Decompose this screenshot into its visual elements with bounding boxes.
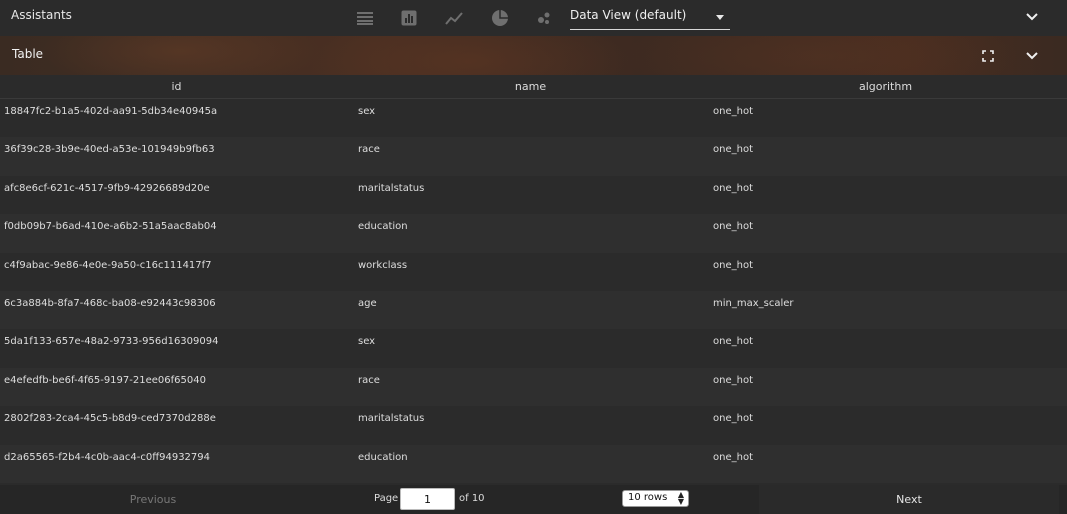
data-table: id name algorithm 18847fc2-b1a5-402d-aa9… [0, 75, 1067, 483]
cell-algorithm: one_hot [713, 259, 753, 271]
table-row[interactable]: afc8e6cf-621c-4517-9fb9-42926689d20e mari… [0, 176, 1067, 214]
line-chart-button[interactable] [444, 8, 464, 28]
cell-id: d2a65565-f2b4-4c0b-aac4-c0ff94932794 [4, 451, 211, 463]
cell-name: sex [358, 336, 376, 348]
fullscreen-button[interactable] [978, 46, 998, 66]
scatter-plot-button[interactable] [534, 8, 554, 28]
previous-page-button[interactable]: Previous [0, 485, 306, 514]
cell-id: f0db09b7-b6ad-410e-a6b2-51a5aac8ab04 [4, 221, 217, 233]
table-row[interactable]: c4f9abac-9e86-4e0e-9a50-c16c111417f7 work… [0, 253, 1067, 291]
cell-name: education [358, 221, 408, 233]
total-pages-label: of 10 [459, 493, 485, 504]
page-label: Page [374, 493, 399, 504]
table-row[interactable]: 5da1f133-657e-48a2-9733-956d16309094 sex o… [0, 329, 1067, 367]
cell-name: age [358, 297, 377, 309]
next-page-button[interactable]: Next [759, 485, 1059, 514]
collapse-toolbar-button[interactable] [1022, 7, 1042, 27]
cell-algorithm: one_hot [713, 106, 753, 117]
column-header-algorithm[interactable]: algorithm [708, 80, 1063, 93]
panel-header: Table [0, 36, 1067, 75]
cell-name: workclass [358, 259, 408, 271]
panel-title: Table [12, 47, 44, 61]
cell-algorithm: one_hot [713, 221, 753, 233]
cell-algorithm: min_max_scaler [713, 297, 794, 309]
line-chart-icon [445, 12, 463, 25]
table-row[interactable]: f0db09b7-b6ad-410e-a6b2-51a5aac8ab04 educ… [0, 214, 1067, 253]
rows-per-page-select[interactable]: 10 rows ▲ ▼ [622, 490, 689, 507]
rows-per-page-value: 10 rows [628, 492, 668, 503]
app-title: Assistants [11, 8, 72, 22]
bar-chart-button[interactable] [399, 8, 419, 28]
table-header: id name algorithm [0, 75, 1067, 99]
cell-name: race [358, 374, 380, 386]
cell-algorithm: one_hot [713, 144, 753, 156]
cell-id: 18847fc2-b1a5-402d-aa91-5db34e40945a [4, 106, 218, 117]
pie-chart-button[interactable] [490, 8, 510, 28]
cell-id: c4f9abac-9e86-4e0e-9a50-c16c111417f7 [4, 259, 212, 271]
column-header-name[interactable]: name [353, 80, 708, 93]
bar-chart-icon [401, 10, 417, 26]
table-row[interactable]: 36f39c28-3b9e-40ed-a53e-101949b9fb63 race… [0, 137, 1067, 176]
caret-down-icon [716, 15, 724, 20]
pagination-bar: Previous Page of 10 10 rows ▲▼ Next [0, 485, 1067, 514]
cell-algorithm: one_hot [713, 413, 753, 425]
cell-algorithm: one_hot [713, 336, 753, 348]
cell-name: sex [358, 106, 376, 117]
cell-id: 5da1f133-657e-48a2-9733-956d16309094 [4, 336, 219, 348]
table-row[interactable]: d2a65565-f2b4-4c0b-aac4-c0ff94932794 educ… [0, 444, 1067, 483]
table-row[interactable]: 2802f283-2ca4-45c5-b8d9-ced7370d288e mari… [0, 406, 1067, 444]
table-body: 18847fc2-b1a5-402d-aa91-5db34e40945a sex o… [0, 99, 1067, 483]
page-number-input[interactable] [400, 488, 455, 510]
table-row[interactable]: 18847fc2-b1a5-402d-aa91-5db34e40945a sex o… [0, 99, 1067, 137]
table-row[interactable]: e4efedfb-be6f-4f65-9197-21ee06f65040 race… [0, 367, 1067, 407]
pie-chart-icon [492, 10, 508, 26]
collapse-panel-button[interactable] [1022, 46, 1042, 66]
cell-id: afc8e6cf-621c-4517-9fb9-42926689d20e [4, 182, 210, 194]
table-view-icon [357, 12, 373, 25]
up-down-arrows-icon: ▲ ▼ [677, 490, 684, 506]
scatter-plot-icon [538, 12, 550, 24]
top-toolbar: Assistants Data View (default) [0, 0, 1067, 36]
cell-algorithm: one_hot [713, 182, 753, 194]
data-view-select[interactable]: Data View (default) [570, 6, 730, 30]
table-row[interactable]: 6c3a884b-8fa7-468c-ba08-e92443c98306 age m… [0, 290, 1067, 330]
cell-name: maritalstatus [358, 182, 425, 194]
fullscreen-icon [982, 50, 994, 62]
cell-algorithm: one_hot [713, 451, 753, 463]
cell-id: 6c3a884b-8fa7-468c-ba08-e92443c98306 [4, 297, 216, 309]
chevron-down-icon [1026, 13, 1038, 21]
cell-name: education [358, 451, 408, 463]
cell-id: 36f39c28-3b9e-40ed-a53e-101949b9fb63 [4, 144, 215, 156]
column-header-id[interactable]: id [0, 80, 353, 93]
cell-id: e4efedfb-be6f-4f65-9197-21ee06f65040 [4, 374, 206, 386]
cell-name: race [358, 144, 380, 156]
cell-algorithm: one_hot [713, 374, 753, 386]
chevron-down-icon [1026, 52, 1038, 60]
cell-id: 2802f283-2ca4-45c5-b8d9-ced7370d288e [4, 413, 216, 425]
data-view-selected: Data View (default) [570, 8, 687, 22]
cell-name: maritalstatus [358, 413, 425, 425]
table-view-button[interactable] [355, 8, 375, 28]
